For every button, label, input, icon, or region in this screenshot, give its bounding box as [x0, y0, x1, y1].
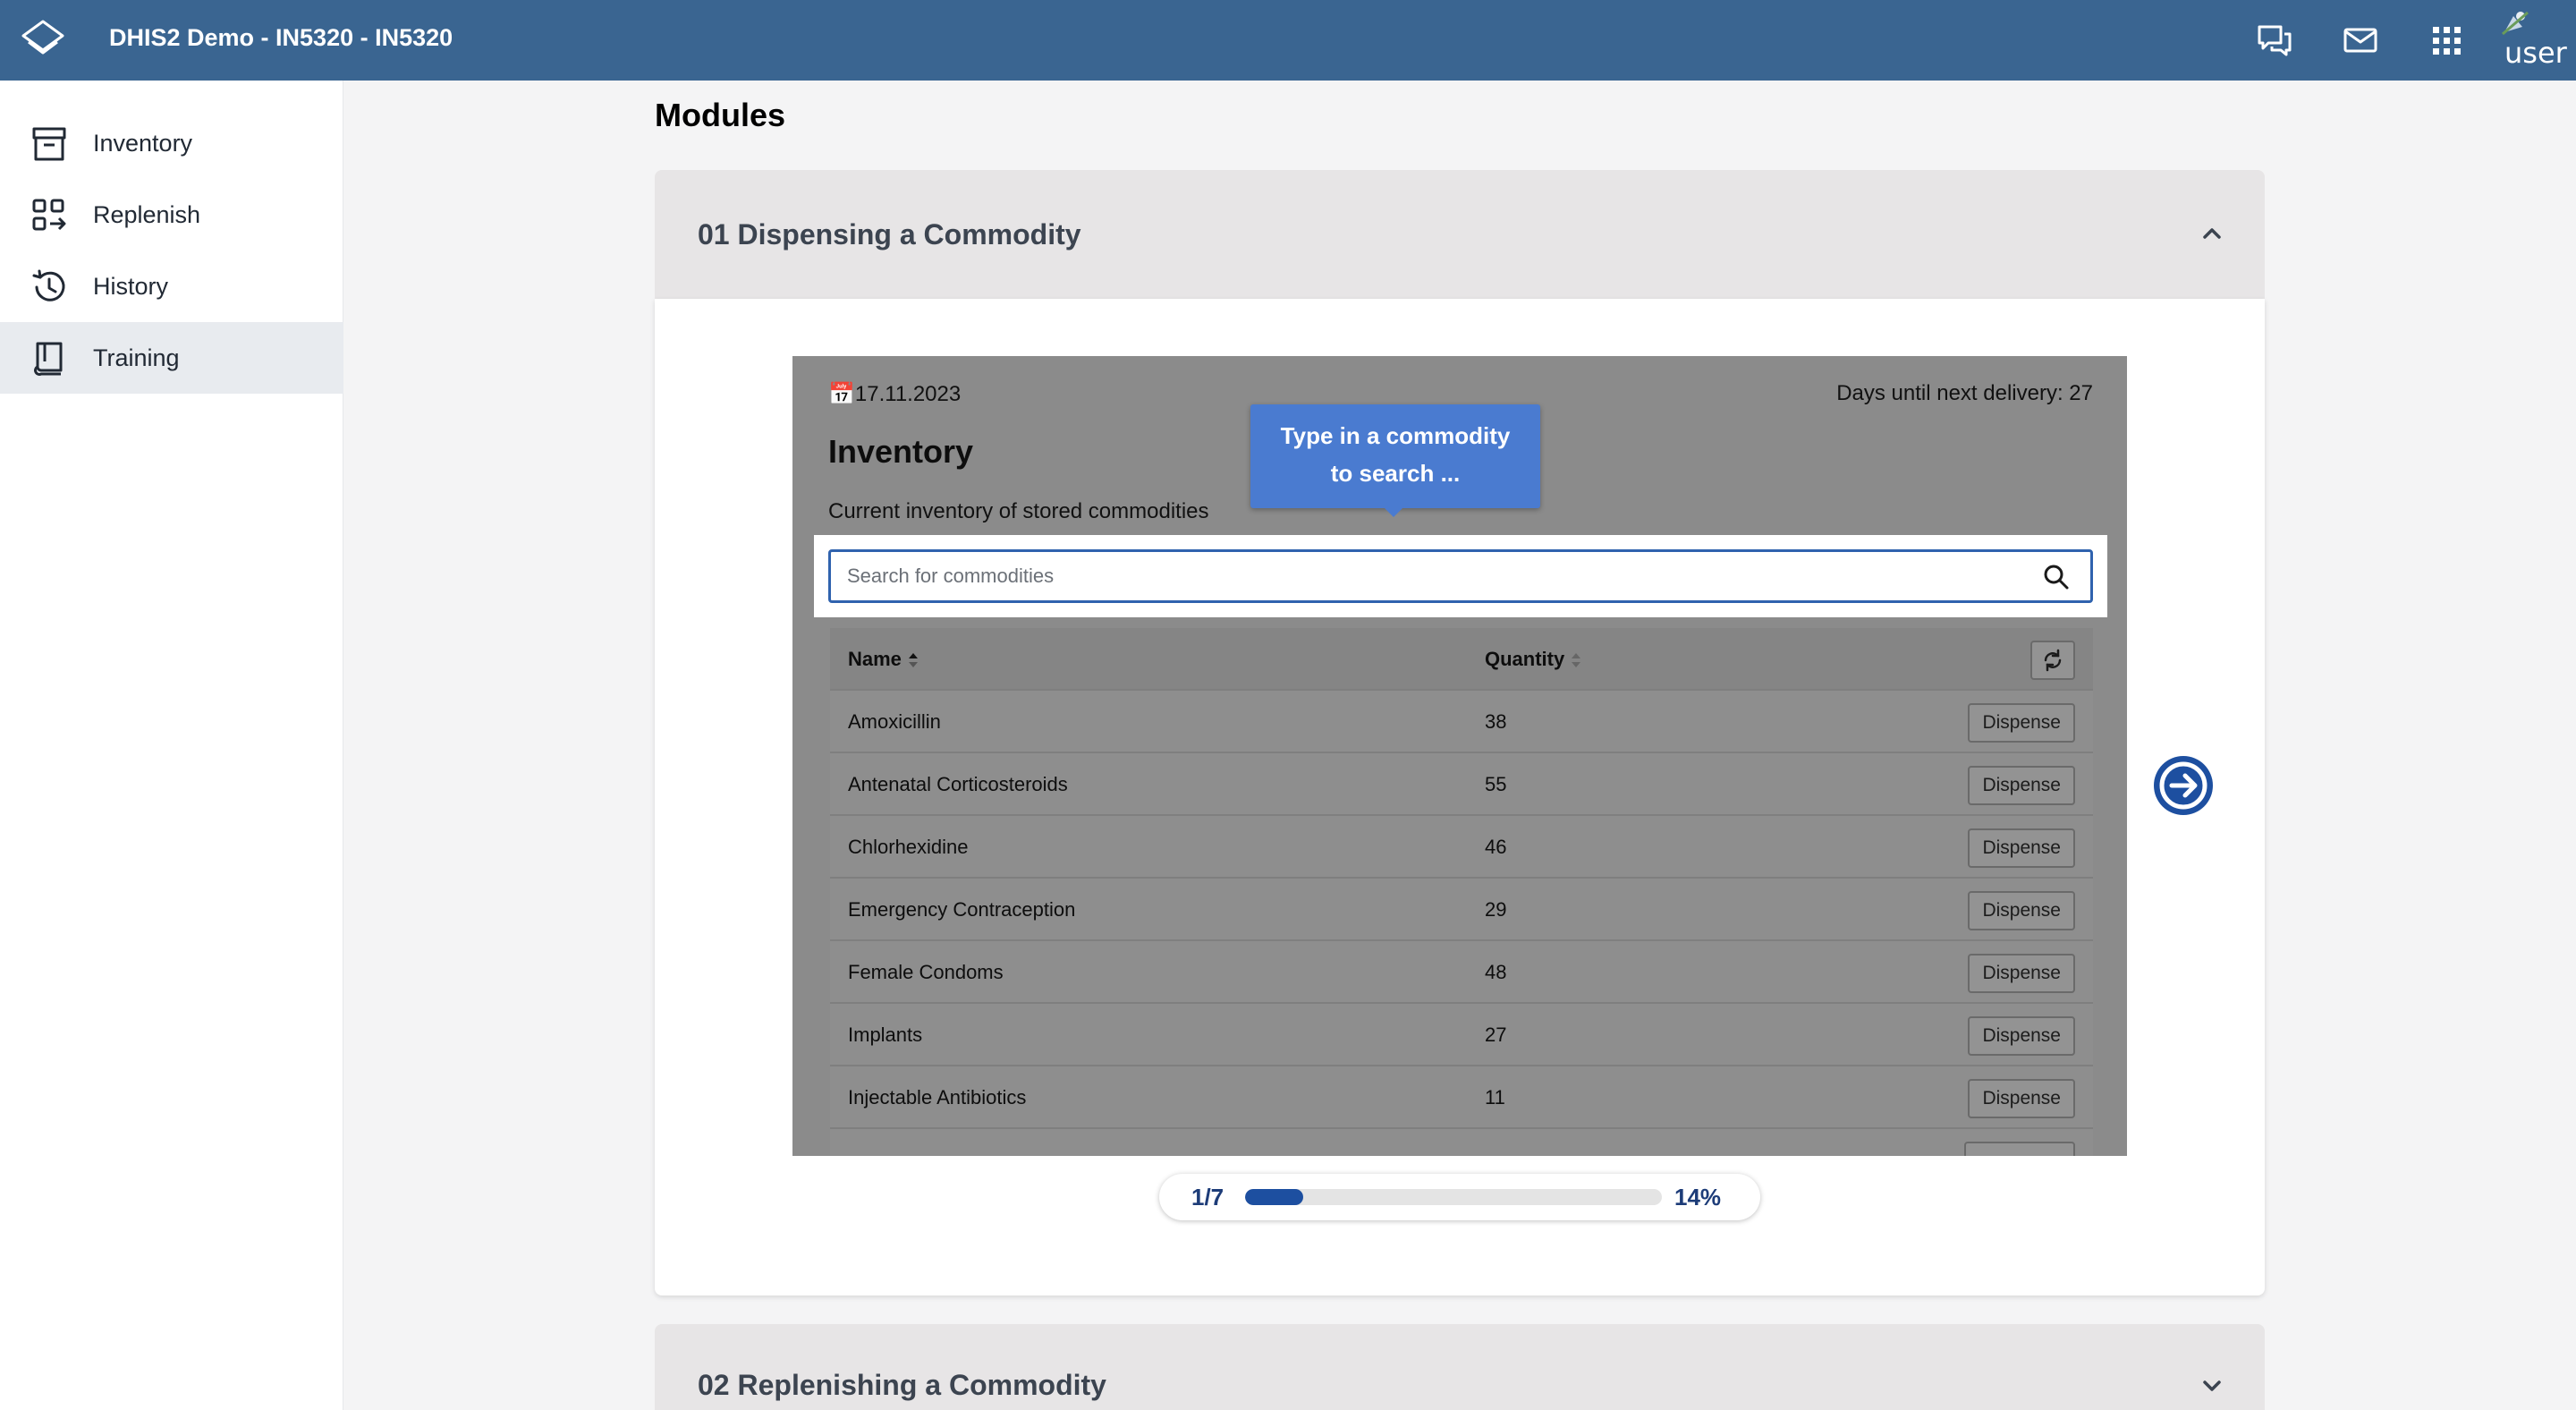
dispense-button: Dispense	[1968, 954, 2075, 993]
sidebar-item-training[interactable]: Training	[0, 322, 343, 394]
dispense-button: Dispense	[1968, 891, 2075, 930]
slide-title: Inventory	[828, 433, 974, 470]
table-row: Implants 27 Dispense	[830, 1004, 2093, 1066]
progress-track	[1245, 1189, 1662, 1205]
table-header-row: Name Quantity	[830, 628, 2093, 691]
module-title: 01 Dispensing a Commodity	[698, 218, 1081, 251]
refresh-button	[2030, 641, 2075, 680]
dhis2-logo-icon[interactable]	[18, 14, 68, 64]
slide-search-input: Search for commodities	[828, 549, 2093, 603]
mail-icon[interactable]	[2340, 20, 2381, 61]
book-icon	[30, 340, 68, 378]
slide-inventory-table: Name Quantity Amoxicillin 38 Dispense An…	[830, 628, 2093, 1156]
history-icon	[30, 268, 68, 306]
table-row: Female Condoms 48 Dispense	[830, 941, 2093, 1004]
chat-icon[interactable]	[2254, 20, 2295, 61]
training-slide-image: 📅17.11.2023 Days until next delivery: 27…	[792, 356, 2127, 1156]
app-title: DHIS2 Demo - IN5320 - IN5320	[109, 24, 453, 51]
sort-icon	[908, 653, 918, 668]
dispense-button: Dispense	[1968, 1016, 2075, 1056]
commodity-name: Antenatal Corticosteroids	[848, 773, 1068, 795]
table-row: Antenatal Corticosteroids 55 Dispense	[830, 753, 2093, 816]
commodity-name: Implants	[848, 1024, 923, 1046]
commodity-quantity: 55	[1485, 773, 1507, 795]
dispense-button: Dispense	[1968, 1079, 2075, 1118]
dispense-button: Dispense	[1968, 766, 2075, 805]
apps-grid-icon[interactable]	[2426, 20, 2467, 61]
progress-step: 1/7	[1191, 1184, 1224, 1210]
search-placeholder: Search for commodities	[847, 565, 1055, 587]
column-header-name: Name	[848, 628, 919, 691]
column-header-quantity: Quantity	[1485, 628, 1582, 691]
archive-box-icon	[30, 125, 68, 163]
next-slide-button[interactable]	[2154, 756, 2213, 815]
table-row: Amoxicillin 38 Dispense	[830, 691, 2093, 753]
module-accordion-header-2[interactable]: 02 Replenishing a Commodity	[655, 1324, 2265, 1410]
commodity-quantity: 48	[1485, 961, 1507, 983]
module-accordion-header-1[interactable]: 01 Dispensing a Commodity	[655, 170, 2265, 299]
commodity-name: Amoxicillin	[848, 710, 941, 733]
user-alt-text: user	[2504, 36, 2567, 70]
sidebar: Inventory Replenish History Training	[0, 81, 343, 1410]
sidebar-item-replenish[interactable]: Replenish	[0, 179, 343, 251]
arrow-right-icon	[2159, 761, 2207, 810]
slide-date: 📅17.11.2023	[828, 382, 962, 406]
commodity-quantity: 29	[1485, 898, 1507, 921]
commodity-quantity: 27	[1485, 1024, 1507, 1046]
calendar-icon: 📅	[828, 382, 855, 406]
sidebar-item-label: Replenish	[93, 200, 201, 228]
top-bar: DHIS2 Demo - IN5320 - IN5320 user	[0, 0, 2576, 81]
chevron-up-icon[interactable]	[2193, 215, 2231, 252]
tooltip-arrow	[1383, 506, 1404, 517]
page-title: Modules	[655, 97, 786, 133]
commodity-name: Chlorhexidine	[848, 836, 969, 858]
tooltip-line: Type in a commodity	[1280, 422, 1511, 449]
dispense-button: Dispense	[1968, 828, 2075, 868]
sidebar-item-label: Training	[93, 344, 180, 371]
slide-tooltip: Type in a commodity to search ...	[1250, 404, 1540, 508]
module-title: 02 Replenishing a Commodity	[698, 1369, 1106, 1401]
chevron-down-icon[interactable]	[2193, 1367, 2231, 1405]
slide-subtitle: Current inventory of stored commodities	[828, 499, 1209, 523]
sidebar-item-label: History	[93, 272, 169, 300]
sidebar-item-history[interactable]: History	[0, 251, 343, 322]
table-row: Injectable Antibiotics 11 Dispense	[830, 1066, 2093, 1129]
commodity-name: Emergency Contraception	[848, 898, 1076, 921]
table-row: Emergency Contraception 29 Dispense	[830, 879, 2093, 941]
user-profile-button[interactable]: user	[2497, 5, 2571, 77]
progress-percent: 14%	[1674, 1184, 1722, 1210]
sidebar-item-inventory[interactable]: Inventory	[0, 107, 343, 179]
replenish-icon	[30, 197, 68, 234]
search-icon	[2042, 563, 2071, 591]
dispense-button: Dispense	[1968, 703, 2075, 743]
slide-days-until-delivery: Days until next delivery: 27	[1836, 381, 2093, 405]
progress-fill	[1245, 1189, 1304, 1205]
slide-search-highlight: Search for commodities	[814, 535, 2107, 617]
commodity-quantity: 46	[1485, 836, 1507, 858]
broken-image-icon	[2501, 9, 2529, 36]
commodity-name: Injectable Antibiotics	[848, 1086, 1027, 1108]
tooltip-line: to search ...	[1330, 460, 1461, 487]
table-row-partial	[830, 1129, 2093, 1156]
training-progress: 1/7 14%	[1159, 1174, 1760, 1220]
dispense-button-partial	[1964, 1142, 2075, 1156]
table-row: Chlorhexidine 46 Dispense	[830, 816, 2093, 879]
commodity-quantity: 38	[1485, 710, 1507, 733]
commodity-quantity: 11	[1485, 1086, 1505, 1108]
sort-icon	[1572, 653, 1581, 668]
sidebar-item-label: Inventory	[93, 129, 193, 157]
commodity-name: Female Condoms	[848, 961, 1004, 983]
